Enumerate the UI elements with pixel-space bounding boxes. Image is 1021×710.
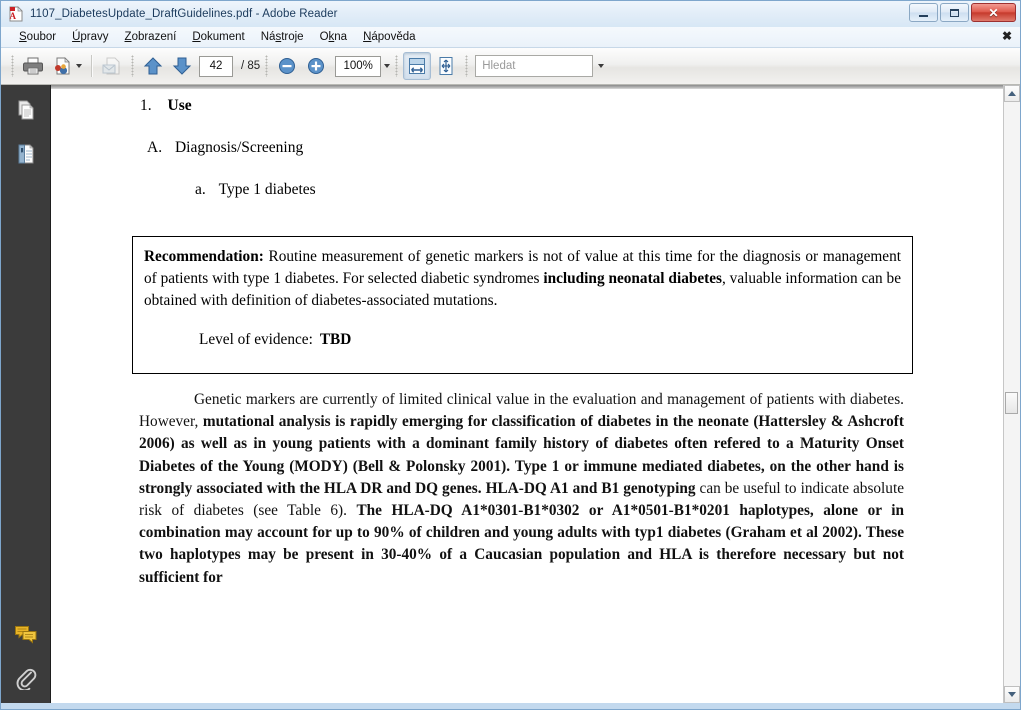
zoom-in-icon xyxy=(308,58,325,74)
chevron-down-icon[interactable] xyxy=(76,64,82,68)
menu-item-okna[interactable]: Okna xyxy=(312,30,356,44)
menu-item-upravy[interactable]: Úpravy xyxy=(64,30,116,44)
printer-icon xyxy=(23,57,43,75)
recommendation-bold-1: including neonatal diabetes xyxy=(543,270,722,287)
fit-width-icon xyxy=(409,58,426,74)
zoom-level-combo[interactable]: 100% xyxy=(335,55,391,77)
chevron-down-icon[interactable] xyxy=(598,64,605,68)
zoom-out-icon xyxy=(279,58,296,74)
minimize-icon xyxy=(919,14,928,17)
bookmarks-icon xyxy=(18,144,34,164)
toolbar-grip-2[interactable] xyxy=(131,55,134,77)
maximize-button[interactable] xyxy=(940,3,969,22)
comments-icon xyxy=(15,626,37,644)
toolbar-separator xyxy=(91,55,92,77)
body-paragraph: Genetic markers are currently of limited… xyxy=(139,389,904,589)
toolbar-grip-3[interactable] xyxy=(265,55,269,77)
sidebar-item-comments[interactable] xyxy=(12,621,40,649)
scroll-down-button[interactable] xyxy=(1004,686,1020,703)
fit-page-icon xyxy=(439,57,453,75)
zoom-out-button[interactable] xyxy=(273,52,301,80)
level-of-evidence-value: TBD xyxy=(319,331,352,348)
menu-bar: Soubor Úpravy Zobrazení Dokument Nástroj… xyxy=(1,27,1020,48)
previous-page-button[interactable] xyxy=(139,52,167,80)
page-number-input[interactable]: 42 xyxy=(199,55,233,77)
share-document-button[interactable] xyxy=(48,52,85,80)
level-of-evidence-label: Level of evidence: xyxy=(199,331,313,348)
recommendation-box: Recommendation: Routine measurement of g… xyxy=(132,236,913,374)
adobe-pdf-icon: A xyxy=(8,6,24,22)
page-thumbnails-icon xyxy=(18,100,34,120)
heading-item-sub-text: Type 1 diabetes xyxy=(218,181,316,198)
window-title: 1107_DiabetesUpdate_DraftGuidelines.pdf … xyxy=(30,8,338,20)
heading-item-a-text: Diagnosis/Screening xyxy=(174,139,304,156)
zoom-in-button[interactable] xyxy=(302,52,330,80)
scroll-up-button[interactable] xyxy=(1004,85,1020,102)
sidebar-item-bookmarks[interactable] xyxy=(12,140,40,168)
heading-item-sub-a: a. Type 1 diabetes xyxy=(195,182,316,198)
heading-item-1: 1. Use xyxy=(140,98,192,114)
menu-item-napoveda[interactable]: Nápověda xyxy=(355,30,423,44)
close-document-icon[interactable]: ✖ xyxy=(1002,30,1012,42)
title-bar: A 1107_DiabetesUpdate_DraftGuidelines.pd… xyxy=(1,1,1020,27)
attachments-icon xyxy=(16,668,37,690)
pdf-page[interactable]: 1. Use A. Diagnosis/Screening a. Type 1 … xyxy=(51,89,1003,703)
heading-item-a-number: A. xyxy=(147,139,163,156)
share-document-icon xyxy=(55,57,70,75)
toolbar-grip-5[interactable] xyxy=(465,55,469,77)
sidebar-item-attachments[interactable] xyxy=(12,664,40,692)
chevron-down-icon[interactable] xyxy=(384,64,391,68)
heading-item-a: A. Diagnosis/Screening xyxy=(147,140,303,156)
zoom-level-value[interactable]: 100% xyxy=(335,55,382,77)
arrow-up-icon xyxy=(143,57,163,75)
toolbar-grip-4[interactable] xyxy=(395,55,399,77)
menu-item-dokument[interactable]: Dokument xyxy=(184,30,252,44)
scrollbar-thumb[interactable] xyxy=(1005,392,1018,414)
navigation-pane xyxy=(1,85,51,703)
scrollbar-track[interactable] xyxy=(1004,102,1020,686)
email-document-button xyxy=(98,52,126,80)
scroll-up-icon xyxy=(1008,91,1016,96)
main-area: 1. Use A. Diagnosis/Screening a. Type 1 … xyxy=(1,85,1020,703)
vertical-scrollbar[interactable] xyxy=(1003,85,1020,703)
toolbar-grip[interactable] xyxy=(11,55,14,77)
maximize-icon xyxy=(950,8,959,17)
print-button[interactable] xyxy=(19,52,47,80)
search-placeholder: Hledat xyxy=(482,60,516,72)
window-controls: ✕ xyxy=(909,3,1016,22)
menu-item-soubor[interactable]: Soubor xyxy=(11,30,64,44)
sidebar-item-page-thumbnails[interactable] xyxy=(12,96,40,124)
fit-width-button[interactable] xyxy=(403,52,432,80)
heading-item-1-text: Use xyxy=(167,97,192,114)
page-total-label: / 85 xyxy=(241,60,261,72)
recommendation-label: Recommendation: xyxy=(144,248,264,265)
close-icon: ✕ xyxy=(988,5,999,20)
menu-item-zobrazeni[interactable]: Zobrazení xyxy=(117,30,185,44)
search-input[interactable]: Hledat xyxy=(475,55,594,77)
close-button[interactable]: ✕ xyxy=(971,3,1016,22)
toolbar: 42 / 85 100% Hledat xyxy=(1,48,1020,85)
recommendation-text: Recommendation: Routine measurement of g… xyxy=(144,246,901,312)
heading-item-sub-number: a. xyxy=(195,181,206,198)
arrow-down-icon xyxy=(172,57,192,75)
adobe-reader-window: A 1107_DiabetesUpdate_DraftGuidelines.pd… xyxy=(0,0,1021,710)
next-page-button[interactable] xyxy=(168,52,196,80)
status-strip xyxy=(1,703,1020,709)
level-of-evidence: Level of evidence: TBD xyxy=(144,331,901,349)
menu-item-nastroje[interactable]: Nástroje xyxy=(253,30,312,44)
search-dropdown-button[interactable] xyxy=(594,52,608,80)
document-viewport[interactable]: 1. Use A. Diagnosis/Screening a. Type 1 … xyxy=(51,85,1003,703)
svg-text:A: A xyxy=(10,11,17,21)
fit-page-button[interactable] xyxy=(432,52,460,80)
heading-item-1-number: 1. xyxy=(140,97,152,114)
email-document-icon xyxy=(102,57,120,75)
minimize-button[interactable] xyxy=(909,3,938,22)
scroll-down-icon xyxy=(1008,692,1016,697)
